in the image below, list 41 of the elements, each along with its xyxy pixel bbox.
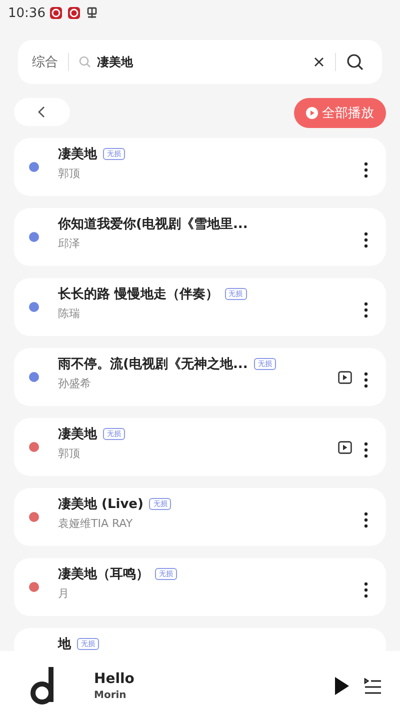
- artist-name: 袁娅维TIA RAY: [58, 516, 134, 531]
- more-icon[interactable]: [364, 582, 368, 598]
- play-icon[interactable]: [334, 676, 350, 696]
- status-time: 10:36: [8, 6, 46, 20]
- artist-name: 郭顶: [58, 166, 81, 181]
- close-icon[interactable]: [313, 56, 325, 68]
- song-title: 地: [58, 636, 71, 651]
- track-artist: Morin: [94, 690, 128, 700]
- song-card[interactable]: 你知道我爱你(电视剧《雪地里... 邱泽: [14, 208, 386, 266]
- artist-name: 郭顶: [58, 446, 81, 461]
- more-icon[interactable]: [364, 512, 368, 528]
- app-notification-icon: [67, 6, 82, 20]
- video-icon[interactable]: [338, 440, 352, 454]
- artist-name: 孙盛希: [58, 376, 92, 391]
- play-icon: [306, 107, 318, 119]
- song-title: 凄美地 (Live): [58, 496, 144, 513]
- search-icon: [79, 56, 91, 68]
- song-title: 凄美地（耳鸣）: [58, 566, 149, 583]
- track-title: Hello: [94, 670, 136, 686]
- more-icon[interactable]: [364, 232, 368, 248]
- more-icon[interactable]: [364, 302, 368, 318]
- artist-name: 月: [58, 586, 70, 601]
- player-bar[interactable]: Hello Morin: [0, 651, 400, 720]
- song-title: 你知道我爱你(电视剧《雪地里...: [58, 216, 248, 233]
- more-icon[interactable]: [364, 442, 368, 458]
- video-icon[interactable]: [338, 370, 352, 384]
- song-title: 长长的路 慢慢地走（伴奏）: [58, 286, 219, 303]
- search-field[interactable]: 凄美地: [97, 54, 303, 70]
- search-scope[interactable]: 综合: [32, 53, 58, 71]
- app-notification-icon: [49, 6, 64, 20]
- more-icon[interactable]: [364, 162, 368, 178]
- artist-name: 邱泽: [58, 236, 81, 251]
- artist-name: 陈瑞: [58, 306, 81, 321]
- playlist-icon[interactable]: [364, 678, 382, 694]
- song-title: 凄美地: [58, 426, 97, 443]
- song-title: 凄美地: [58, 146, 97, 163]
- search-bar[interactable]: 综合 凄美地: [18, 40, 382, 84]
- more-icon[interactable]: [364, 372, 368, 388]
- back-icon: [38, 106, 46, 118]
- song-title: 雨不停。流(电视剧《无神之地...: [58, 356, 248, 373]
- search-icon[interactable]: [346, 53, 364, 71]
